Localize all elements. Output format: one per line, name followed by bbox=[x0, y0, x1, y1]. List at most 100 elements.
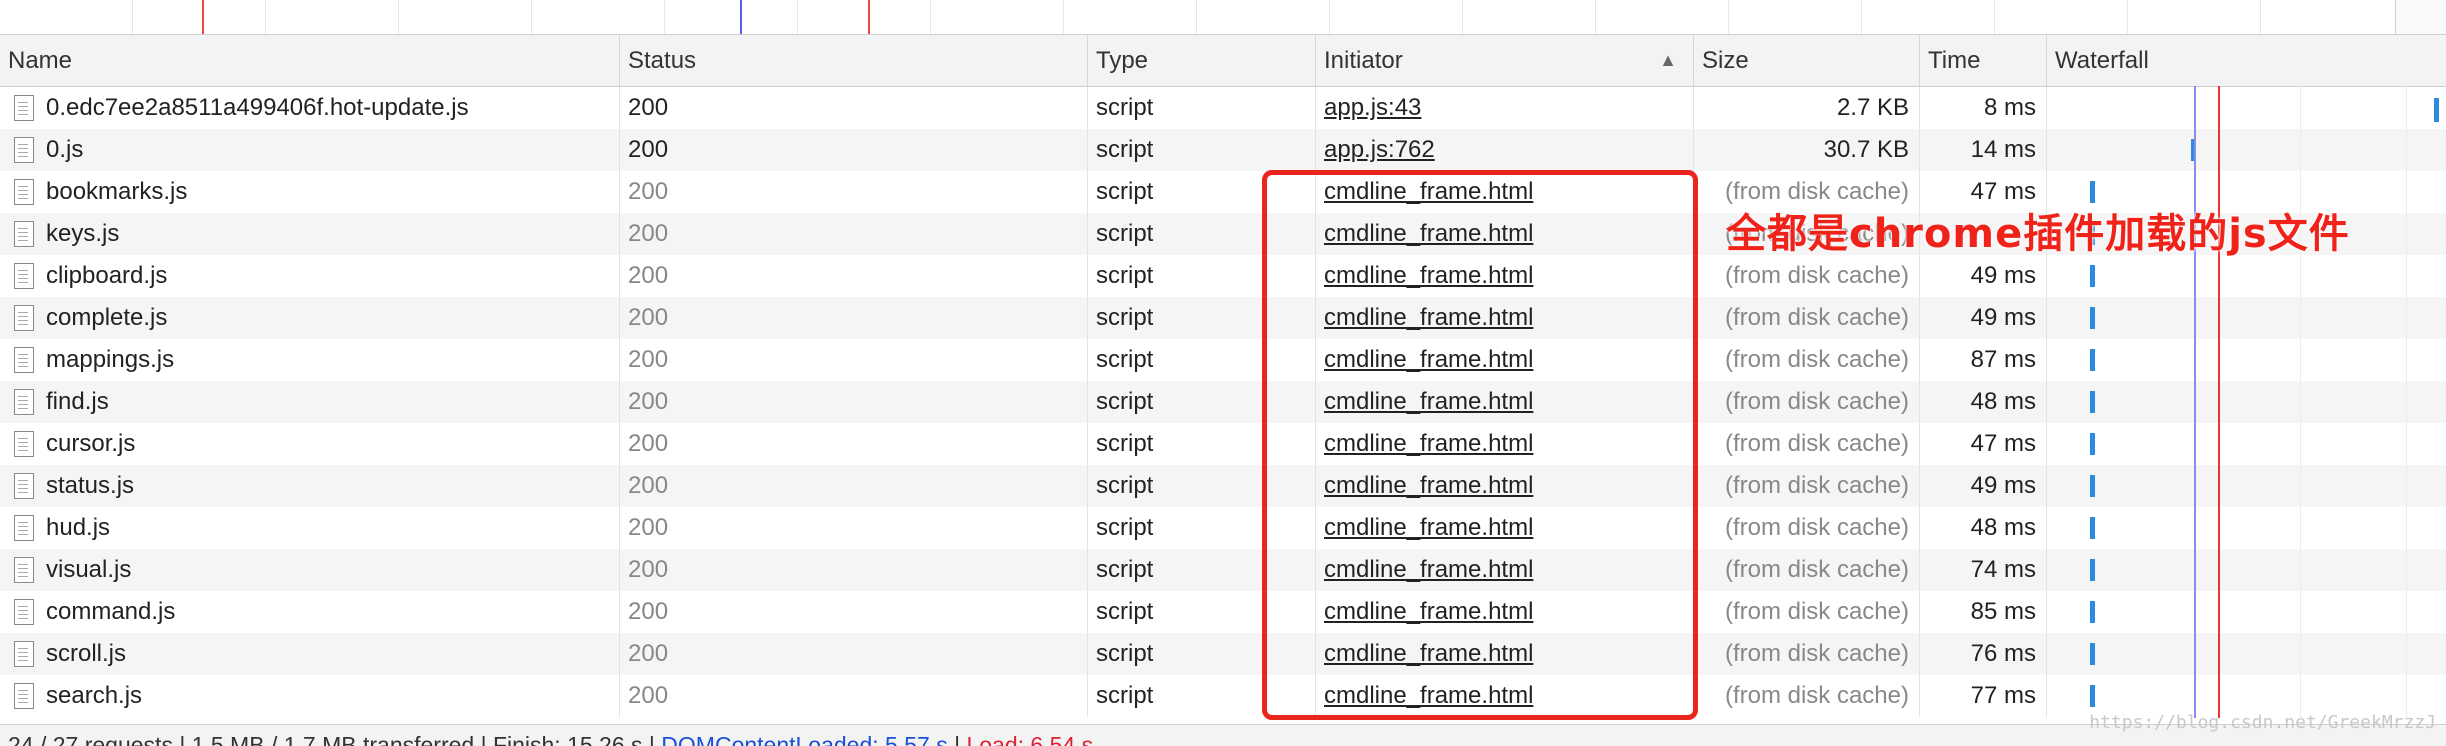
table-row[interactable]: hud.js 200 script cmdline_frame.html (from d… bbox=[0, 507, 2446, 549]
request-waterfall bbox=[2047, 633, 2446, 675]
request-name[interactable]: find.js bbox=[0, 381, 620, 423]
column-header-initiator[interactable]: Initiator ▲ bbox=[1316, 35, 1694, 86]
column-header-name[interactable]: Name bbox=[0, 35, 620, 86]
request-waterfall bbox=[2047, 465, 2446, 507]
table-row[interactable]: scroll.js 200 script cmdline_frame.html (fro… bbox=[0, 633, 2446, 675]
column-header-status[interactable]: Status bbox=[620, 35, 1088, 86]
request-name[interactable]: status.js bbox=[0, 465, 620, 507]
overview-gridline bbox=[1462, 0, 1463, 34]
waterfall-bar bbox=[2090, 265, 2095, 288]
file-icon bbox=[14, 683, 34, 709]
request-size: 2.7 KB bbox=[1694, 87, 1920, 129]
request-name[interactable]: clipboard.js bbox=[0, 255, 620, 297]
request-name[interactable]: keys.js bbox=[0, 213, 620, 255]
waterfall-bar bbox=[2090, 517, 2095, 540]
table-row[interactable]: find.js 200 script cmdline_frame.html (from … bbox=[0, 381, 2446, 423]
request-name-label: hud.js bbox=[46, 514, 111, 541]
request-name[interactable]: hud.js bbox=[0, 507, 620, 549]
column-header-size[interactable]: Size bbox=[1694, 35, 1920, 86]
waterfall-bar bbox=[2090, 433, 2095, 456]
network-overview-timeline[interactable] bbox=[0, 0, 2446, 35]
request-name-label: 0.js bbox=[46, 136, 84, 163]
request-name-label: search.js bbox=[46, 682, 143, 709]
file-icon bbox=[14, 473, 34, 499]
request-name[interactable]: command.js bbox=[0, 591, 620, 633]
request-time: 14 ms bbox=[1920, 129, 2047, 171]
request-waterfall bbox=[2047, 507, 2446, 549]
overview-scroll-area[interactable] bbox=[2395, 0, 2446, 34]
table-row[interactable]: status.js 200 script cmdline_frame.html (fro… bbox=[0, 465, 2446, 507]
request-name[interactable]: 0.edc7ee2a8511a499406f.hot-update.js bbox=[0, 87, 620, 129]
overview-gridline bbox=[1196, 0, 1197, 34]
request-waterfall bbox=[2047, 675, 2446, 717]
request-name[interactable]: mappings.js bbox=[0, 339, 620, 381]
overview-gridline bbox=[1595, 0, 1596, 34]
request-name[interactable]: 0.js bbox=[0, 129, 620, 171]
column-header-type[interactable]: Type bbox=[1088, 35, 1316, 86]
request-waterfall bbox=[2047, 87, 2446, 129]
waterfall-bar bbox=[2090, 475, 2095, 498]
request-name[interactable]: complete.js bbox=[0, 297, 620, 339]
request-waterfall bbox=[2047, 339, 2446, 381]
request-name-label: bookmarks.js bbox=[46, 178, 188, 205]
table-row[interactable]: visual.js 200 script cmdline_frame.html (fro… bbox=[0, 549, 2446, 591]
initiator-link[interactable]: app.js:43 bbox=[1324, 94, 1421, 121]
overview-gridline bbox=[2260, 0, 2261, 34]
request-size: 30.7 KB bbox=[1694, 129, 1920, 171]
overview-gridline bbox=[1063, 0, 1064, 34]
request-size: (from disk cache) bbox=[1694, 339, 1920, 381]
request-status: 200 bbox=[620, 213, 1088, 255]
request-status: 200 bbox=[620, 675, 1088, 717]
column-header-time[interactable]: Time bbox=[1920, 35, 2047, 86]
file-icon bbox=[14, 305, 34, 331]
request-name-label: visual.js bbox=[46, 556, 132, 583]
waterfall-bar bbox=[2090, 601, 2095, 624]
waterfall-bar bbox=[2090, 643, 2095, 666]
status-domcontentloaded: DOMContentLoaded: 5.57 s bbox=[661, 732, 948, 746]
request-time: 47 ms bbox=[1920, 423, 2047, 465]
overview-load-marker bbox=[868, 0, 870, 34]
initiator-link[interactable]: app.js:762 bbox=[1324, 136, 1435, 163]
request-status: 200 bbox=[620, 171, 1088, 213]
overview-gridline bbox=[1861, 0, 1862, 34]
request-time: 48 ms bbox=[1920, 381, 2047, 423]
overview-domcontentloaded-marker bbox=[740, 0, 742, 34]
request-status: 200 bbox=[620, 297, 1088, 339]
file-icon bbox=[14, 179, 34, 205]
request-status: 200 bbox=[620, 423, 1088, 465]
watermark-text: https://blog.csdn.net/GreekMrzzJ bbox=[2089, 712, 2436, 733]
table-row[interactable]: complete.js 200 script cmdline_frame.html (f… bbox=[0, 297, 2446, 339]
table-row[interactable]: search.js 200 script cmdline_frame.html (fro… bbox=[0, 675, 2446, 717]
table-header: Name Status Type Initiator ▲ Size Time W… bbox=[0, 35, 2446, 87]
request-status: 200 bbox=[620, 591, 1088, 633]
request-status: 200 bbox=[620, 465, 1088, 507]
request-time: 87 ms bbox=[1920, 339, 2047, 381]
request-name[interactable]: search.js bbox=[0, 675, 620, 717]
waterfall-bar bbox=[2090, 349, 2095, 372]
request-name-label: keys.js bbox=[46, 220, 120, 247]
table-row[interactable]: 0.edc7ee2a8511a499406f.hot-update.js 200 s… bbox=[0, 87, 2446, 129]
table-row[interactable]: cursor.js 200 script cmdline_frame.html (fro… bbox=[0, 423, 2446, 465]
table-row[interactable]: 0.js 200 script app.js:762 30.7 KB 14 ms bbox=[0, 129, 2446, 171]
table-row[interactable]: command.js 200 script cmdline_frame.html (fr… bbox=[0, 591, 2446, 633]
request-initiator: app.js:43 bbox=[1316, 87, 1694, 129]
request-time: 49 ms bbox=[1920, 465, 2047, 507]
request-name[interactable]: scroll.js bbox=[0, 633, 620, 675]
file-icon bbox=[14, 641, 34, 667]
overview-gridline bbox=[531, 0, 532, 34]
request-status: 200 bbox=[620, 87, 1088, 129]
waterfall-domcontentloaded-line bbox=[2194, 86, 2196, 718]
request-name-label: 0.edc7ee2a8511a499406f.hot-update.js bbox=[46, 94, 469, 121]
request-size: (from disk cache) bbox=[1694, 549, 1920, 591]
sort-ascending-icon: ▲ bbox=[1659, 50, 1677, 70]
request-name-label: clipboard.js bbox=[46, 262, 168, 289]
table-row[interactable]: mappings.js 200 script cmdline_frame.html (f… bbox=[0, 339, 2446, 381]
request-name[interactable]: cursor.js bbox=[0, 423, 620, 465]
column-header-waterfall[interactable]: Waterfall bbox=[2047, 35, 2446, 86]
request-status: 200 bbox=[620, 255, 1088, 297]
request-name-label: cursor.js bbox=[46, 430, 136, 457]
request-name[interactable]: visual.js bbox=[0, 549, 620, 591]
file-icon bbox=[14, 599, 34, 625]
request-name[interactable]: bookmarks.js bbox=[0, 171, 620, 213]
request-name-label: mappings.js bbox=[46, 346, 175, 373]
